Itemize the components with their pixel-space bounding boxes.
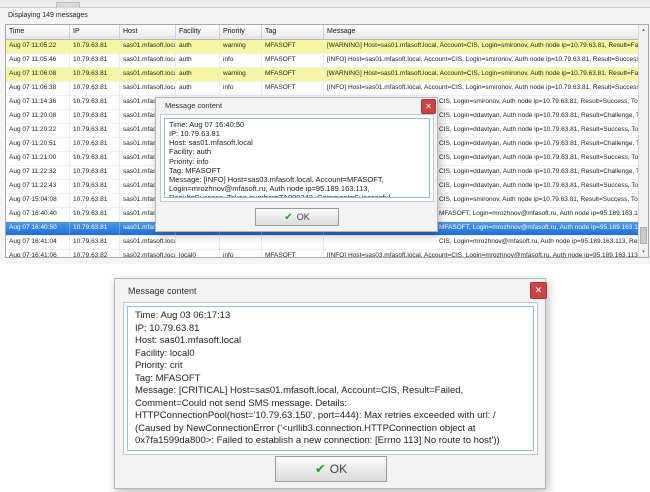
cell-priority — [220, 236, 262, 249]
cell-time: Aug 07 16:40:50 — [6, 222, 70, 235]
message-content-dialog-bottom: Message content ✕ Time: Aug 03 06:17:13 … — [114, 278, 547, 489]
ok-button-label: OK — [296, 212, 310, 222]
cell-message: [INFO] Host=sas01.mfasoft.local, Account… — [327, 56, 638, 63]
cell-ip: 10.79.63.81 — [70, 222, 120, 235]
cell-host: sas01.mfasoft.local — [120, 40, 176, 53]
cell-ip: 10.79.63.81 — [70, 166, 120, 179]
cell-tag: MFASOFT — [262, 250, 324, 257]
table-row[interactable]: Aug 07 16:41:06 10.79.63.82 sas02.mfasof… — [6, 250, 638, 257]
cell-message: CIS, Login=mrozhnov@mfasoft.ru, Auth nod… — [439, 238, 638, 245]
cell-ip: 10.79.63.81 — [70, 236, 120, 249]
cell-priority: warning — [220, 68, 262, 81]
cell-priority: info — [220, 250, 262, 257]
cell-time: Aug 07 16:41:04 — [6, 236, 70, 249]
cell-tag: MFASOFT — [262, 68, 324, 81]
cell-time: Aug 07 11:22:32 — [6, 166, 70, 179]
cell-ip: 10.79.63.81 — [70, 82, 120, 95]
dialog-title: Message content — [128, 286, 197, 296]
cell-ip: 10.79.63.81 — [70, 68, 120, 81]
cell-facility: auth — [176, 68, 220, 81]
scroll-down-icon[interactable]: ▾ — [639, 247, 648, 257]
column-header-message[interactable]: Message — [324, 25, 638, 39]
cell-message: [INFO] Host=sas03.mfasoft.local, Account… — [327, 252, 638, 257]
cell-time: Aug 07 11:05:22 — [6, 40, 70, 53]
cell-facility: auth — [176, 82, 220, 95]
message-text-panel: Time: Aug 07 16:40:50 IP: 10.79.63.81 Ho… — [160, 114, 434, 202]
table-row[interactable]: Aug 07 11:05:46 10.79.63.81 sas01.mfasof… — [6, 54, 638, 68]
cell-ip: 10.79.63.81 — [70, 194, 120, 207]
column-header-priority[interactable]: Priority — [220, 25, 262, 39]
table-row[interactable]: Aug 07 11:06:38 10.79.63.81 sas01.mfasof… — [6, 82, 638, 96]
scroll-up-icon[interactable]: ▴ — [639, 25, 648, 35]
cell-ip: 10.79.63.82 — [70, 250, 120, 257]
cell-ip: 10.79.63.81 — [70, 110, 120, 123]
cell-priority: warning — [220, 40, 262, 53]
cell-ip: 10.79.63.81 — [70, 152, 120, 165]
cell-time: Aug 07 15:04:08 — [6, 194, 70, 207]
ok-button-label: OK — [329, 462, 348, 476]
scrollbar-thumb[interactable] — [640, 227, 647, 244]
cell-time: Aug 07 11:20:08 — [6, 110, 70, 123]
table-row[interactable]: Aug 07 11:06:08 10.79.63.81 sas01.mfasof… — [6, 68, 638, 82]
close-icon[interactable]: ✕ — [421, 99, 436, 114]
cell-time: Aug 07 11:06:38 — [6, 82, 70, 95]
check-icon: ✔ — [284, 211, 293, 223]
column-header-host[interactable]: Host — [120, 25, 176, 39]
message-text[interactable]: Time: Aug 07 16:40:50 IP: 10.79.63.81 Ho… — [164, 118, 430, 198]
cell-facility: auth — [176, 54, 220, 67]
cell-time: Aug 07 16:41:06 — [6, 250, 70, 257]
cell-priority: info — [220, 54, 262, 67]
cell-time: Aug 07 11:20:22 — [6, 124, 70, 137]
cell-tag: MFASOFT — [262, 54, 324, 67]
cell-time: Aug 07 16:40:40 — [6, 208, 70, 221]
message-content-dialog-top: Message content ✕ Time: Aug 07 16:40:50 … — [155, 97, 438, 232]
cell-tag: MFASOFT — [262, 82, 324, 95]
table-row[interactable]: Aug 07 16:41:04 10.79.63.81 sas01.mfasof… — [6, 236, 638, 250]
cell-ip: 10.79.63.81 — [70, 124, 120, 137]
cell-facility — [176, 236, 220, 249]
message-text[interactable]: Time: Aug 03 06:17:13 IP: 10.79.63.81 Ho… — [127, 306, 534, 451]
column-header-time[interactable]: Time — [6, 25, 70, 39]
top-splitter-bar — [0, 0, 650, 8]
cell-host: sas01.mfasoft.local — [120, 68, 176, 81]
cell-time: Aug 07 11:20:51 — [6, 138, 70, 151]
cell-time: Aug 07 11:22:43 — [6, 180, 70, 193]
column-header-tag[interactable]: Tag — [262, 25, 324, 39]
cell-ip: 10.79.63.81 — [70, 138, 120, 151]
cell-priority: info — [220, 82, 262, 95]
cell-facility: local0 — [176, 250, 220, 257]
cell-time: Aug 07 11:21:00 — [6, 152, 70, 165]
cell-ip: 10.79.63.81 — [70, 40, 120, 53]
status-text: Displaying 149 messages — [8, 12, 88, 19]
cell-host: sas01.mfasoft.local — [120, 54, 176, 67]
cell-ip: 10.79.63.81 — [70, 54, 120, 67]
dialog-title: Message content — [165, 101, 223, 110]
ok-button[interactable]: ✔ OK — [255, 208, 339, 226]
cell-ip: 10.79.63.81 — [70, 180, 120, 193]
table-header-row: Time IP Host Facility Priority Tag Message — [6, 25, 638, 40]
cell-tag — [262, 236, 324, 249]
cell-tag: MFASOFT — [262, 40, 324, 53]
cell-time: Aug 07 11:06:08 — [6, 68, 70, 81]
cell-host: sas02.mfasoft.local — [120, 250, 176, 257]
column-header-facility[interactable]: Facility — [176, 25, 220, 39]
column-header-ip[interactable]: IP — [70, 25, 120, 39]
cell-time: Aug 07 11:14:36 — [6, 96, 70, 109]
cell-facility: auth — [176, 40, 220, 53]
cell-message: [INFO] Host=sas01.mfasoft.local, Account… — [327, 84, 638, 91]
ok-button[interactable]: ✔ OK — [275, 456, 387, 482]
cell-ip: 10.79.63.81 — [70, 208, 120, 221]
cell-message: [WARNING] Host=sas01.mfasoft.local, Acco… — [327, 70, 638, 77]
check-icon: ✔ — [314, 461, 326, 476]
table-row[interactable]: Aug 07 11:05:22 10.79.63.81 sas01.mfasof… — [6, 40, 638, 54]
cell-host: sas01.mfasoft.local — [120, 82, 176, 95]
cell-message: [WARNING] Host=sas01.mfasoft.local, Acco… — [327, 42, 638, 49]
cell-time: Aug 07 11:05:46 — [6, 54, 70, 67]
close-icon[interactable]: ✕ — [530, 282, 547, 299]
cell-host: sas01.mfasoft.local — [120, 236, 176, 249]
vertical-scrollbar[interactable]: ▴ ▾ — [638, 25, 648, 257]
cell-ip: 10.79.63.81 — [70, 96, 120, 109]
message-text-panel: Time: Aug 03 06:17:13 IP: 10.79.63.81 Ho… — [123, 302, 538, 455]
